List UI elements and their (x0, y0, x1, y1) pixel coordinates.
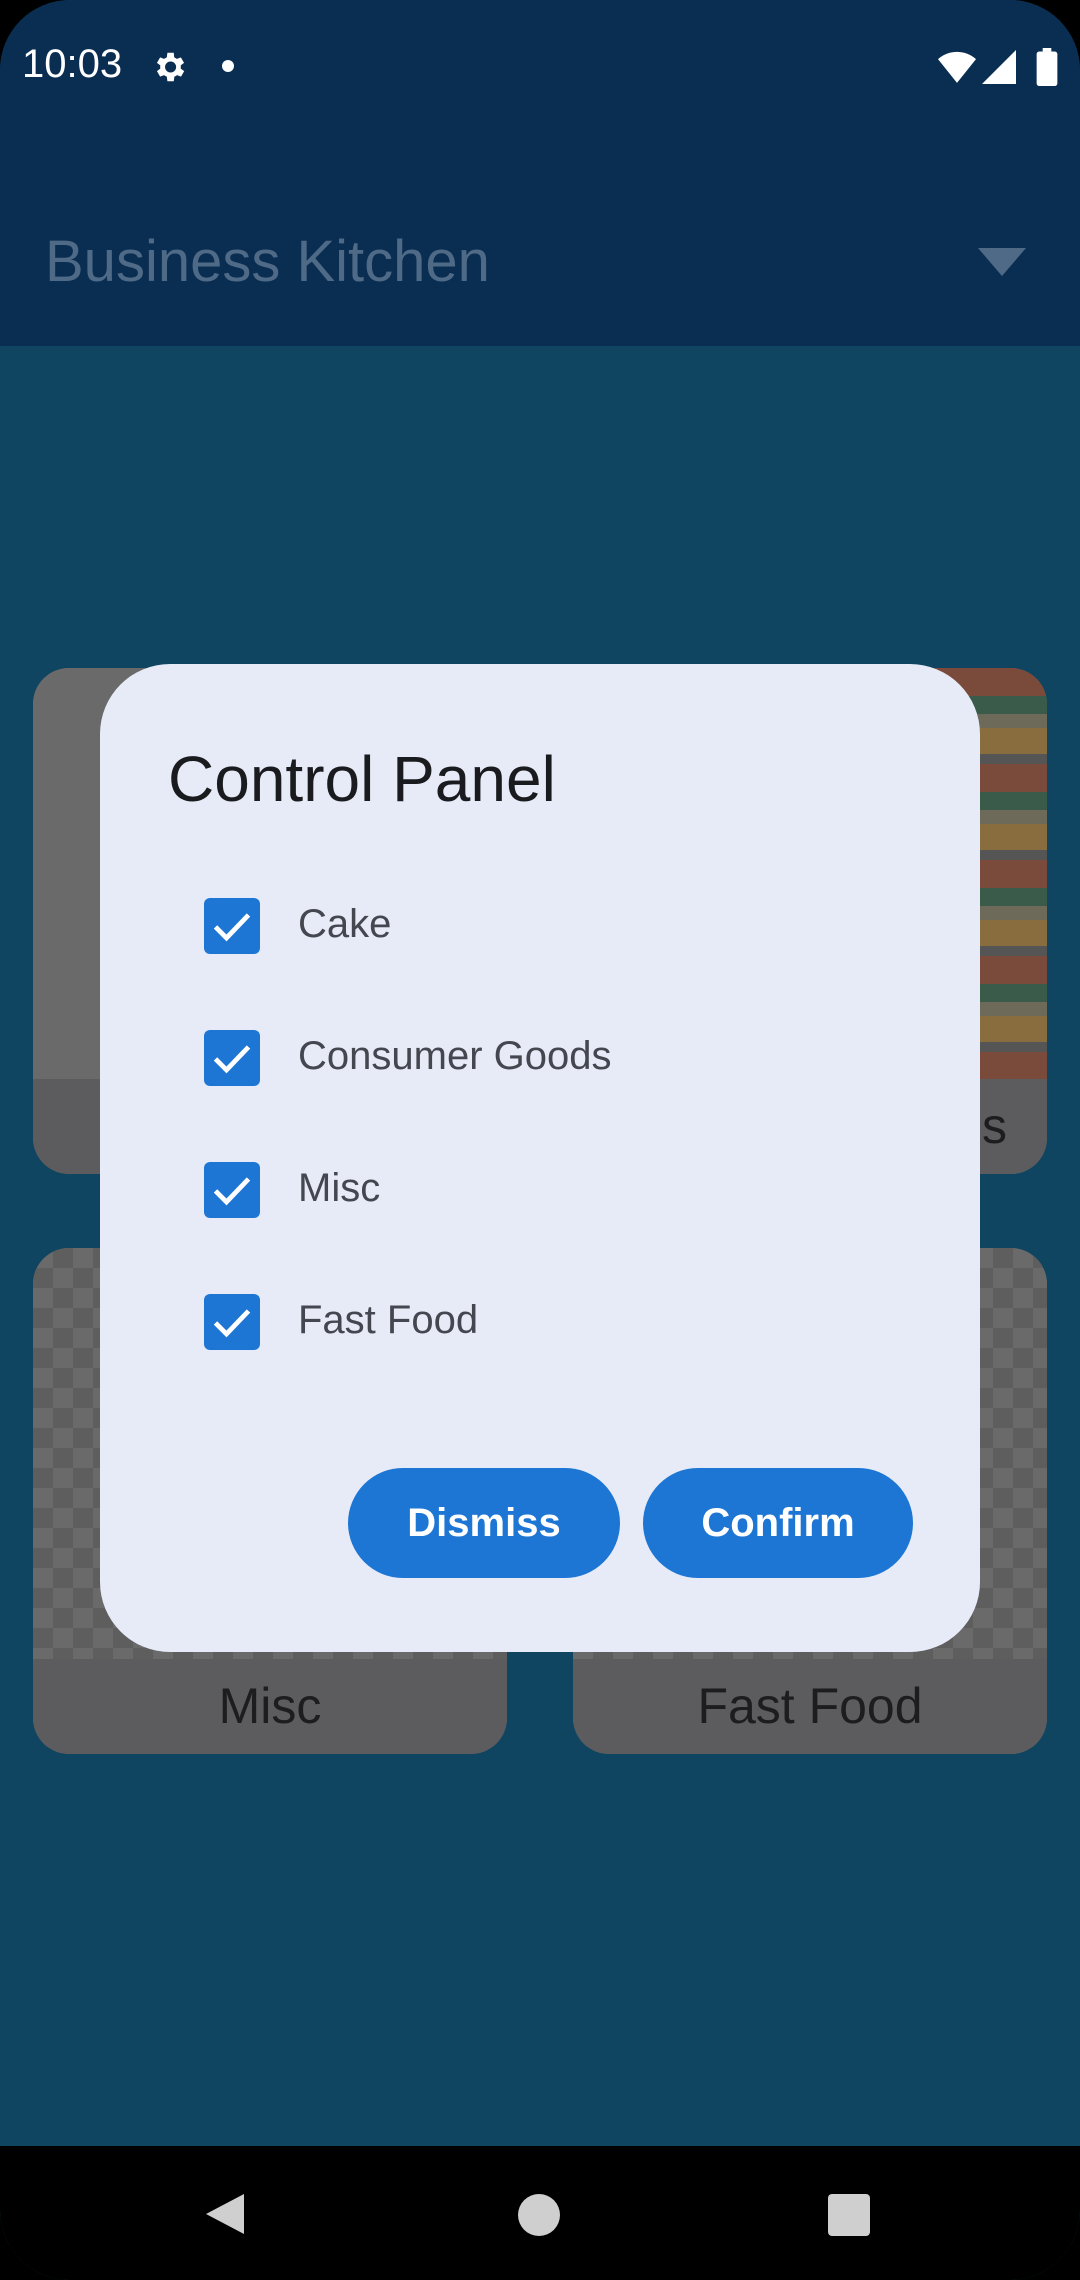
checkbox-cake[interactable] (204, 898, 260, 954)
recents-icon[interactable] (828, 2194, 870, 2236)
option-label: Cake (298, 902, 392, 946)
option-fast-food[interactable]: Fast Food (204, 1284, 904, 1364)
option-label: Misc (298, 1166, 381, 1210)
home-icon[interactable] (518, 2194, 560, 2236)
checkbox-misc[interactable] (204, 1162, 260, 1218)
checkbox-fast-food[interactable] (204, 1294, 260, 1350)
option-label: Fast Food (298, 1298, 479, 1342)
option-label: Consumer Goods (298, 1034, 612, 1078)
back-icon[interactable] (204, 2192, 248, 2236)
control-panel-dialog: Control Panel Cake Consumer Goods Misc F… (100, 664, 980, 1652)
option-misc[interactable]: Misc (204, 1152, 904, 1232)
dismiss-button[interactable]: Dismiss (348, 1468, 620, 1578)
option-consumer-goods[interactable]: Consumer Goods (204, 1020, 904, 1100)
option-cake[interactable]: Cake (204, 888, 904, 968)
navigation-bar (0, 2146, 1080, 2280)
screen: 10:03 Business Kitchen s Misc Fast Food … (0, 0, 1080, 2280)
check-icon (213, 1177, 251, 1206)
confirm-button[interactable]: Confirm (643, 1468, 913, 1578)
check-icon (213, 1045, 251, 1074)
checkbox-consumer-goods[interactable] (204, 1030, 260, 1086)
dialog-title: Control Panel (168, 743, 556, 815)
check-icon (213, 1309, 251, 1338)
check-icon (213, 913, 251, 942)
